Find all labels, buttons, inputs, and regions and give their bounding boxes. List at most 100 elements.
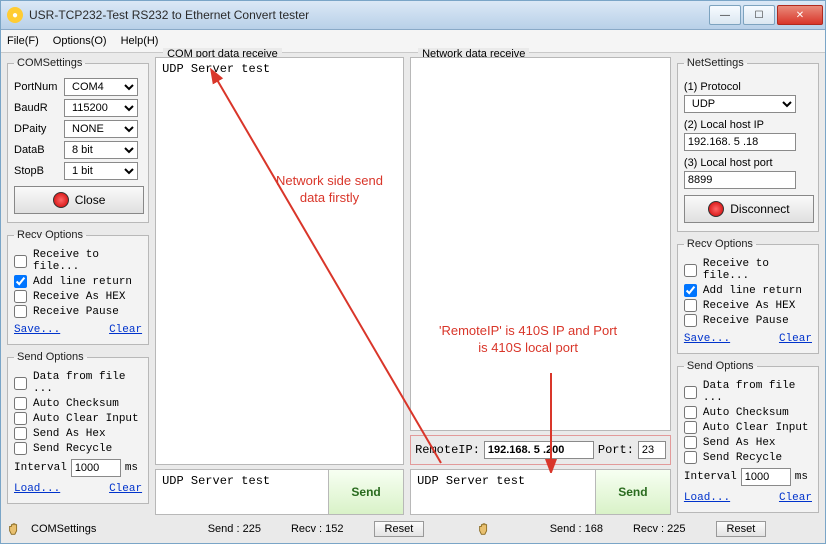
com-receive-box[interactable]: UDP Server test bbox=[155, 57, 404, 465]
auto-clear-r[interactable]: Auto Clear Input bbox=[684, 421, 812, 434]
recv-save-link-r[interactable]: Save... bbox=[684, 333, 730, 345]
interval-label-r: Interval bbox=[684, 471, 737, 483]
right-column: NetSettings (1) Protocol UDP (2) Local h… bbox=[677, 57, 819, 515]
parity-select[interactable]: NONE bbox=[64, 120, 138, 138]
send-options-legend-r: Send Options bbox=[684, 360, 757, 372]
com-send-input[interactable] bbox=[156, 470, 328, 514]
annotation-text-1: Network side send data firstly bbox=[276, 173, 383, 207]
send-clear-link-r[interactable]: Clear bbox=[779, 492, 812, 504]
stopbits-select[interactable]: 1 bit bbox=[64, 162, 138, 180]
baud-label: BaudR bbox=[14, 102, 64, 114]
status-left-recv: Recv : 152 bbox=[291, 523, 344, 535]
menu-file[interactable]: File(F) bbox=[7, 35, 39, 47]
stopbits-label: StopB bbox=[14, 165, 64, 177]
recv-clear-link-r[interactable]: Clear bbox=[779, 333, 812, 345]
titlebar: ● USR-TCP232-Test RS232 to Ethernet Conv… bbox=[1, 1, 825, 30]
recv-options-legend-r: Recv Options bbox=[684, 238, 756, 250]
net-settings-legend: NetSettings bbox=[684, 57, 747, 69]
hand-icon bbox=[477, 522, 491, 536]
status-left-send: Send : 225 bbox=[208, 523, 261, 535]
maximize-button[interactable]: ☐ bbox=[743, 5, 775, 25]
net-receive-box[interactable] bbox=[410, 57, 671, 431]
window-title: USR-TCP232-Test RS232 to Ethernet Conver… bbox=[29, 8, 707, 22]
auto-clear[interactable]: Auto Clear Input bbox=[14, 412, 142, 425]
reset-right-button[interactable]: Reset bbox=[716, 521, 767, 537]
reset-left-button[interactable]: Reset bbox=[374, 521, 425, 537]
recv-to-file[interactable]: Receive to file... bbox=[14, 249, 142, 273]
com-settings-group: COMSettings PortNumCOM4 BaudR115200 DPai… bbox=[7, 57, 149, 223]
send-options-legend: Send Options bbox=[14, 351, 87, 363]
local-port-input[interactable] bbox=[684, 171, 796, 189]
send-options-right: Send Options Data from file ... Auto Che… bbox=[677, 360, 819, 513]
data-from-file[interactable]: Data from file ... bbox=[14, 371, 142, 395]
recv-save-link[interactable]: Save... bbox=[14, 324, 60, 336]
net-send-area: Send bbox=[410, 469, 671, 515]
local-port-label: (3) Local host port bbox=[684, 157, 812, 169]
interval-input[interactable] bbox=[71, 459, 121, 477]
auto-checksum-r[interactable]: Auto Checksum bbox=[684, 406, 812, 419]
recv-as-hex[interactable]: Receive As HEX bbox=[14, 290, 142, 303]
close-button[interactable]: ✕ bbox=[777, 5, 823, 25]
portnum-select[interactable]: COM4 bbox=[64, 78, 138, 96]
databits-label: DataB bbox=[14, 144, 64, 156]
net-send-input[interactable] bbox=[411, 470, 595, 514]
add-line-return[interactable]: Add line return bbox=[14, 275, 142, 288]
send-recycle[interactable]: Send Recycle bbox=[14, 442, 142, 455]
remote-ip-row: RemoteIP: Port: bbox=[410, 435, 671, 465]
recv-options-right: Recv Options Receive to file... Add line… bbox=[677, 238, 819, 354]
net-disconnect-label: Disconnect bbox=[730, 202, 789, 216]
send-clear-link[interactable]: Clear bbox=[109, 483, 142, 495]
interval-unit-r: ms bbox=[795, 471, 808, 483]
status-right-send: Send : 168 bbox=[550, 523, 603, 535]
send-as-hex-r[interactable]: Send As Hex bbox=[684, 436, 812, 449]
recv-pause[interactable]: Receive Pause bbox=[14, 305, 142, 318]
protocol-select[interactable]: UDP bbox=[684, 95, 796, 113]
databits-select[interactable]: 8 bit bbox=[64, 141, 138, 159]
com-pane: COM port data receive UDP Server test Se… bbox=[155, 57, 404, 515]
send-load-link[interactable]: Load... bbox=[14, 483, 60, 495]
send-load-link-r[interactable]: Load... bbox=[684, 492, 730, 504]
menubar: File(F) Options(O) Help(H) bbox=[1, 30, 825, 53]
net-disconnect-button[interactable]: Disconnect bbox=[684, 195, 814, 223]
annotation-text-2: 'RemoteIP' is 410S IP and Port is 410S l… bbox=[439, 323, 617, 357]
minimize-button[interactable]: — bbox=[709, 5, 741, 25]
portnum-label: PortNum bbox=[14, 81, 64, 93]
remote-ip-label: RemoteIP: bbox=[415, 443, 480, 457]
net-send-button[interactable]: Send bbox=[595, 470, 670, 514]
com-close-label: Close bbox=[75, 193, 106, 207]
recv-clear-link[interactable]: Clear bbox=[109, 324, 142, 336]
body: COMSettings PortNumCOM4 BaudR115200 DPai… bbox=[1, 53, 825, 543]
auto-checksum[interactable]: Auto Checksum bbox=[14, 397, 142, 410]
recv-pause-r[interactable]: Receive Pause bbox=[684, 314, 812, 327]
send-as-hex[interactable]: Send As Hex bbox=[14, 427, 142, 440]
data-from-file-r[interactable]: Data from file ... bbox=[684, 380, 812, 404]
com-send-area: Send bbox=[155, 469, 404, 515]
com-send-button[interactable]: Send bbox=[328, 470, 403, 514]
add-line-return-r[interactable]: Add line return bbox=[684, 284, 812, 297]
com-close-button[interactable]: Close bbox=[14, 186, 144, 214]
left-column: COMSettings PortNumCOM4 BaudR115200 DPai… bbox=[7, 57, 149, 515]
status-right-recv: Recv : 225 bbox=[633, 523, 686, 535]
send-recycle-r[interactable]: Send Recycle bbox=[684, 451, 812, 464]
recv-to-file-r[interactable]: Receive to file... bbox=[684, 258, 812, 282]
status-strip: COMSettings Send : 225 Recv : 152 Reset … bbox=[7, 519, 819, 539]
local-ip-input[interactable] bbox=[684, 133, 796, 151]
menu-options[interactable]: Options(O) bbox=[53, 35, 107, 47]
remote-ip-input[interactable] bbox=[484, 441, 594, 459]
recv-as-hex-r[interactable]: Receive As HEX bbox=[684, 299, 812, 312]
record-icon bbox=[53, 192, 69, 208]
remote-port-input[interactable] bbox=[638, 441, 666, 459]
local-ip-label: (2) Local host IP bbox=[684, 119, 812, 131]
hand-icon bbox=[7, 522, 21, 536]
interval-input-r[interactable] bbox=[741, 468, 791, 486]
menu-help[interactable]: Help(H) bbox=[121, 35, 159, 47]
net-settings-group: NetSettings (1) Protocol UDP (2) Local h… bbox=[677, 57, 819, 232]
window-buttons: — ☐ ✕ bbox=[707, 5, 823, 25]
com-settings-legend: COMSettings bbox=[14, 57, 85, 69]
interval-unit: ms bbox=[125, 462, 138, 474]
interval-label: Interval bbox=[14, 462, 67, 474]
recv-options-left: Recv Options Receive to file... Add line… bbox=[7, 229, 149, 345]
send-options-left: Send Options Data from file ... Auto Che… bbox=[7, 351, 149, 504]
parity-label: DPaity bbox=[14, 123, 64, 135]
baud-select[interactable]: 115200 bbox=[64, 99, 138, 117]
